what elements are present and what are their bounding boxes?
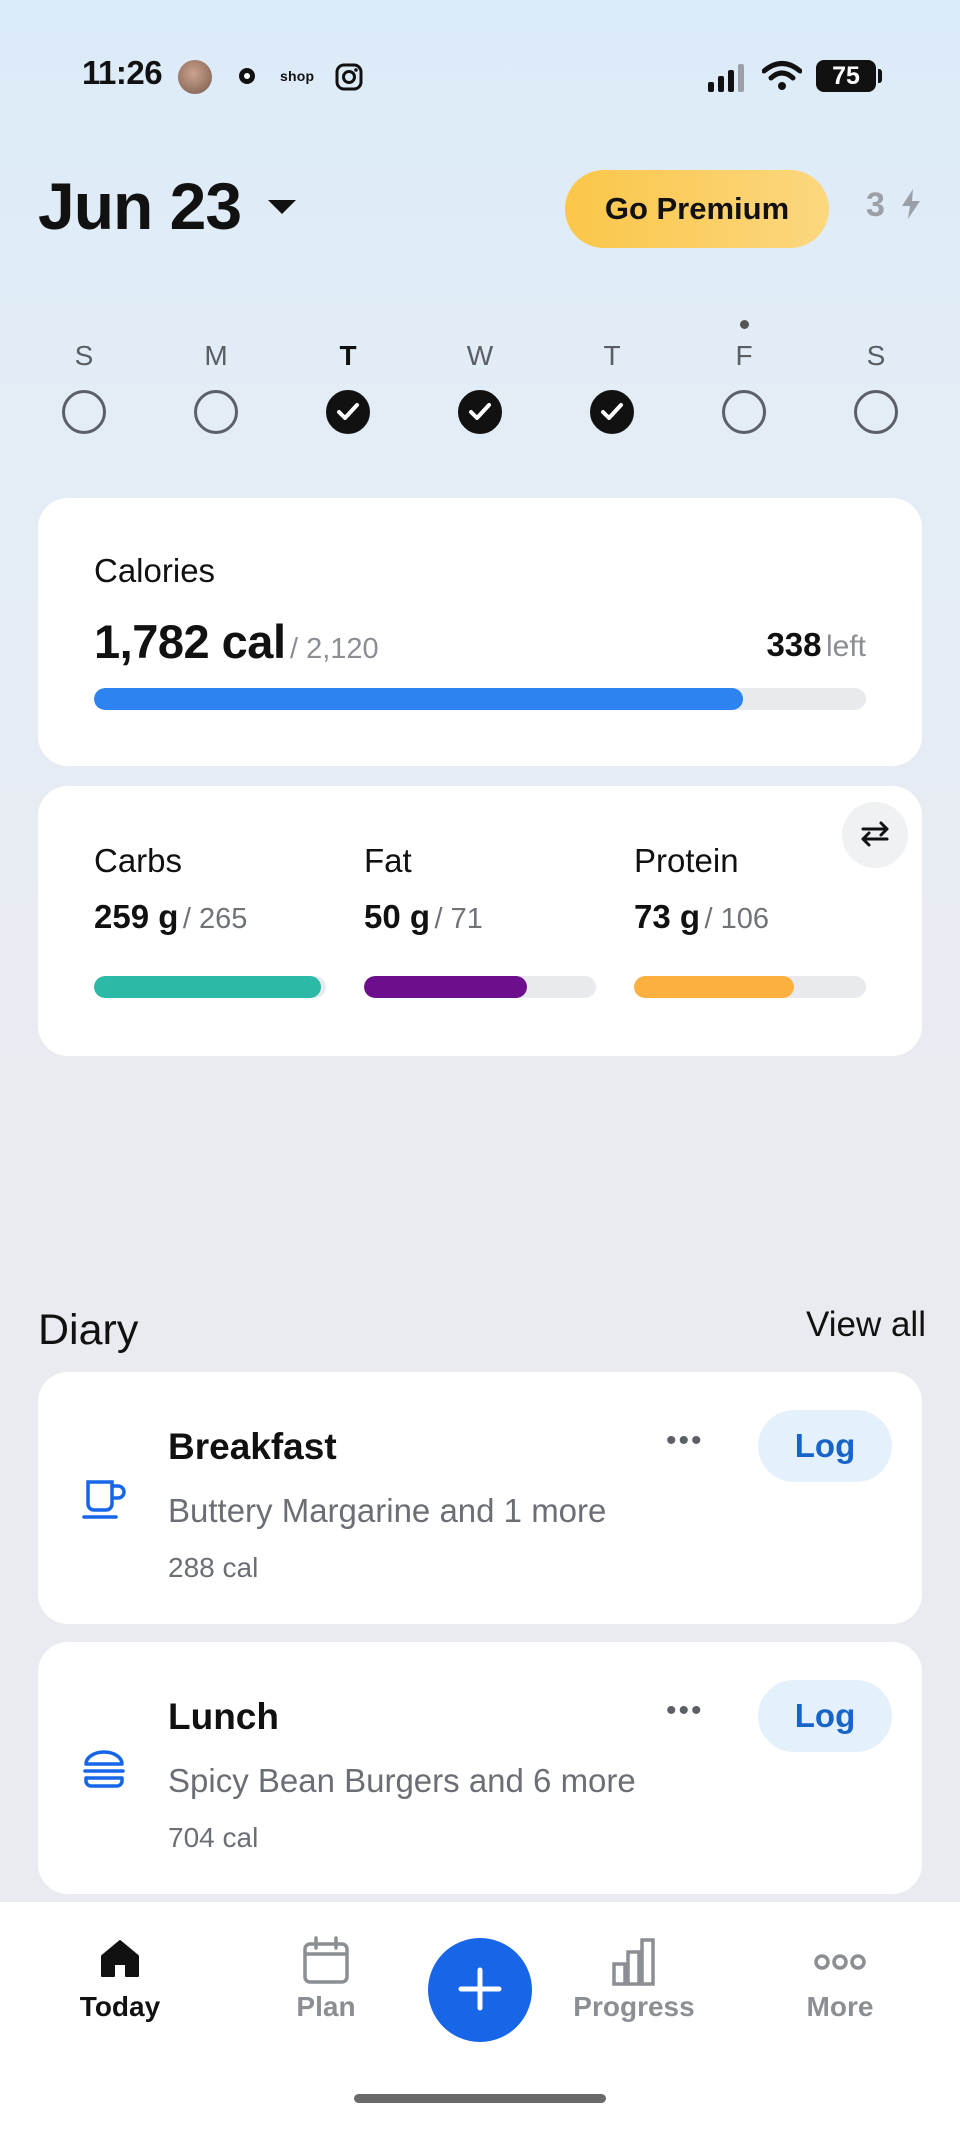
day-complete-check[interactable] bbox=[590, 390, 634, 434]
calories-progress-track bbox=[94, 688, 866, 710]
macro-amount: 73 g / 106 bbox=[634, 898, 769, 936]
view-all-link[interactable]: View all bbox=[806, 1305, 926, 1345]
meal-card[interactable]: Lunch Spicy Bean Burgers and 6 more 704 ca… bbox=[38, 1642, 922, 1894]
weekday-letter: S bbox=[74, 340, 94, 371]
calories-goal: / 2,120 bbox=[289, 633, 379, 665]
macro-name: Carbs bbox=[94, 842, 183, 879]
lightning-bolt-icon bbox=[902, 189, 921, 219]
weekday-letter: M bbox=[204, 340, 228, 371]
day-incomplete-circle[interactable] bbox=[194, 390, 238, 434]
macro-amount: 259 g / 265 bbox=[94, 898, 247, 936]
meal-calories: 288 cal bbox=[168, 1552, 259, 1583]
battery-tip bbox=[878, 69, 882, 83]
calories-label: Calories bbox=[94, 552, 216, 589]
calories-summary: 1,782 cal / 2,120 bbox=[94, 614, 379, 669]
calories-consumed: 1,782 cal bbox=[94, 615, 286, 668]
weekday-letter: T bbox=[339, 340, 357, 371]
nav-more[interactable]: More bbox=[760, 1936, 920, 2023]
coffee-cup-icon bbox=[80, 1474, 128, 1527]
meal-options-icon[interactable]: ••• bbox=[666, 1424, 704, 1458]
nav-progress[interactable]: Progress bbox=[554, 1936, 714, 2023]
macro-progress-track bbox=[94, 976, 326, 998]
nav-today[interactable]: Today bbox=[40, 1936, 200, 2023]
add-entry-button[interactable] bbox=[428, 1938, 532, 2042]
macro-value: 73 g bbox=[634, 898, 701, 935]
macro-progress-track bbox=[364, 976, 596, 998]
day-complete-check[interactable] bbox=[458, 390, 502, 434]
nav-progress-label: Progress bbox=[573, 1991, 695, 2022]
diary-heading: Diary bbox=[38, 1306, 139, 1354]
plus-icon bbox=[458, 1967, 502, 2010]
go-premium-button[interactable]: Go Premium bbox=[565, 170, 829, 248]
calories-left-word: left bbox=[825, 630, 866, 663]
macro-progress-fill bbox=[94, 976, 321, 998]
nav-plan[interactable]: Plan bbox=[246, 1936, 406, 2023]
cellular-signal-icon bbox=[708, 64, 744, 92]
instagram-icon bbox=[335, 63, 363, 91]
calories-card[interactable]: Calories 1,782 cal / 2,120 338 left bbox=[38, 498, 922, 766]
home-icon bbox=[101, 1940, 139, 1977]
weekday-letter: T bbox=[603, 340, 621, 371]
location-pin-icon bbox=[239, 68, 255, 84]
swap-arrows-icon bbox=[861, 821, 889, 846]
meal-options-icon[interactable]: ••• bbox=[666, 1694, 704, 1728]
battery-indicator: 75 bbox=[816, 60, 876, 92]
macro-goal: / 106 bbox=[704, 903, 770, 935]
calories-left: 338 left bbox=[766, 626, 866, 664]
weekday-letter: W bbox=[466, 340, 494, 371]
today-dot-indicator bbox=[740, 320, 749, 329]
macros-card[interactable]: Carbs 259 g / 265 Fat 50 g / 71 Protein 73 g … bbox=[38, 786, 922, 1056]
swap-view-button[interactable] bbox=[842, 802, 908, 868]
shop-app-icon: shop bbox=[280, 68, 315, 84]
day-incomplete-circle[interactable] bbox=[722, 390, 766, 434]
chevron-down-icon[interactable] bbox=[268, 200, 296, 214]
macro-goal: / 71 bbox=[434, 903, 483, 935]
wifi-icon bbox=[762, 61, 802, 90]
weekday-letter: S bbox=[866, 340, 886, 371]
meal-title: Breakfast bbox=[168, 1426, 337, 1467]
calendar-icon bbox=[303, 1936, 349, 1984]
date-title[interactable]: Jun 23 bbox=[38, 168, 242, 244]
meal-description: Spicy Bean Burgers and 6 more bbox=[168, 1762, 636, 1799]
status-time: 11:26 bbox=[82, 54, 163, 91]
meal-description: Buttery Margarine and 1 more bbox=[168, 1492, 607, 1529]
checkmark-icon bbox=[469, 403, 491, 420]
burger-icon bbox=[80, 1744, 128, 1797]
macro-progress-fill bbox=[634, 976, 794, 998]
macro-name: Protein bbox=[634, 842, 739, 879]
macro-name: Fat bbox=[364, 842, 412, 879]
meal-calories: 704 cal bbox=[168, 1822, 259, 1853]
notification-avatar-icon bbox=[178, 60, 212, 94]
calories-left-value: 338 bbox=[766, 626, 822, 663]
log-meal-button[interactable]: Log bbox=[758, 1410, 892, 1482]
day-complete-check[interactable] bbox=[326, 390, 370, 434]
meal-card[interactable]: Breakfast Buttery Margarine and 1 more 288… bbox=[38, 1372, 922, 1624]
day-incomplete-circle[interactable] bbox=[62, 390, 106, 434]
macro-progress-track bbox=[634, 976, 866, 998]
macro-value: 259 g bbox=[94, 898, 179, 935]
meal-title: Lunch bbox=[168, 1696, 279, 1737]
macro-progress-fill bbox=[364, 976, 528, 998]
streak-count[interactable]: 3 bbox=[866, 186, 922, 225]
checkmark-icon bbox=[337, 403, 359, 420]
nav-more-label: More bbox=[806, 1991, 874, 2022]
nav-plan-label: Plan bbox=[296, 1991, 356, 2022]
macro-goal: / 265 bbox=[182, 903, 248, 935]
day-incomplete-circle[interactable] bbox=[854, 390, 898, 434]
more-dots-icon bbox=[814, 1954, 866, 1970]
checkmark-icon bbox=[601, 403, 623, 420]
home-indicator bbox=[354, 2094, 606, 2103]
macro-amount: 50 g / 71 bbox=[364, 898, 483, 936]
macro-value: 50 g bbox=[364, 898, 431, 935]
bar-chart-icon bbox=[612, 1938, 655, 1986]
log-meal-button[interactable]: Log bbox=[758, 1680, 892, 1752]
calories-progress-fill bbox=[94, 688, 744, 710]
nav-today-label: Today bbox=[79, 1991, 161, 2022]
streak-number: 3 bbox=[866, 186, 885, 224]
weekday-letter: F bbox=[735, 340, 753, 371]
